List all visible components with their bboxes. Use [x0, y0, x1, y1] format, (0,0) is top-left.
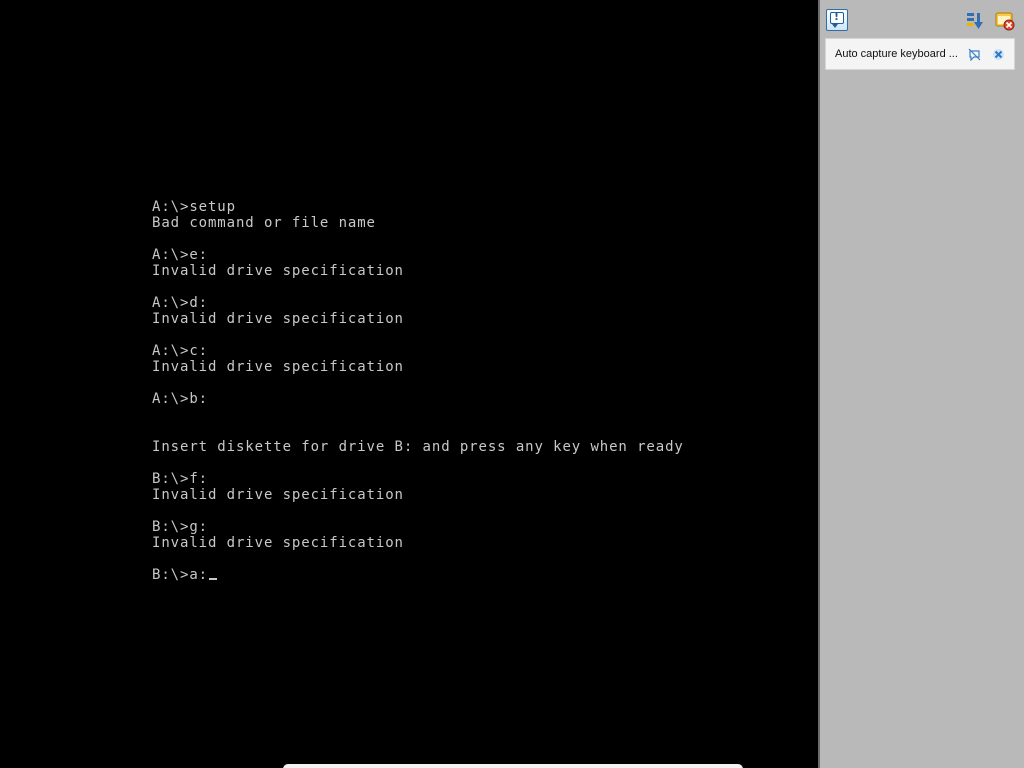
dos-console: A:\>setup Bad command or file name A:\>e…: [152, 199, 684, 583]
notification-panel: Auto capture keyboard ...: [818, 0, 1024, 768]
console-line: A:\>d:: [152, 295, 208, 311]
message-bubble-info-icon[interactable]: [826, 9, 848, 31]
panel-toolbar: [820, 0, 1024, 36]
console-prompt: B:\>a:: [152, 567, 208, 583]
console-line: B:\>f:: [152, 471, 208, 487]
notification-settings-icon[interactable]: [994, 10, 1016, 32]
console-line: A:\>b:: [152, 391, 208, 407]
close-icon[interactable]: [992, 48, 1005, 61]
console-line: Invalid drive specification: [152, 263, 404, 279]
vm-display[interactable]: A:\>setup Bad command or file name A:\>e…: [0, 0, 818, 768]
console-line: A:\>setup: [152, 199, 236, 215]
console-line: Invalid drive specification: [152, 311, 404, 327]
console-line: Bad command or file name: [152, 215, 376, 231]
console-line: A:\>e:: [152, 247, 208, 263]
console-prompt-line[interactable]: B:\>a:: [152, 567, 684, 583]
toggle-notification-icon[interactable]: [968, 48, 981, 61]
console-line: Invalid drive specification: [152, 487, 404, 503]
console-line: Invalid drive specification: [152, 535, 404, 551]
console-line: B:\>g:: [152, 519, 208, 535]
console-line: Invalid drive specification: [152, 359, 404, 375]
auto-capture-notification[interactable]: Auto capture keyboard ...: [825, 38, 1015, 70]
console-line: A:\>c:: [152, 343, 208, 359]
console-line: Insert diskette for drive B: and press a…: [152, 439, 684, 455]
notification-text: Auto capture keyboard ...: [835, 48, 958, 60]
bottom-edge-bar: [283, 764, 743, 768]
text-cursor: [208, 578, 217, 580]
sort-order-icon[interactable]: [965, 10, 987, 32]
